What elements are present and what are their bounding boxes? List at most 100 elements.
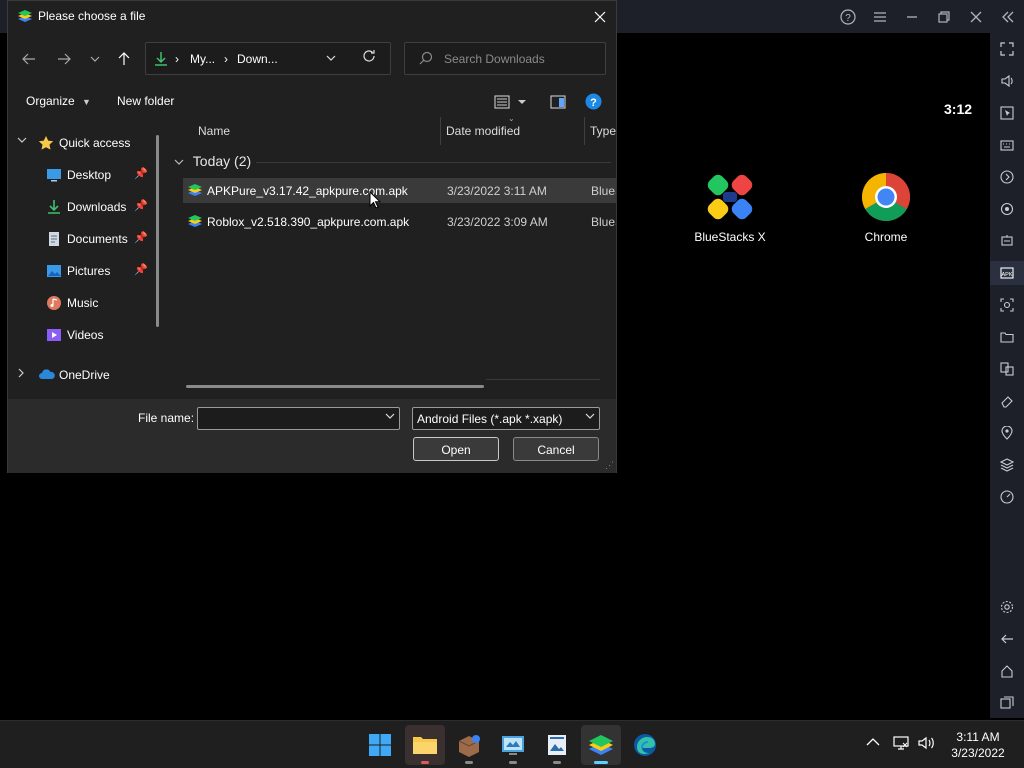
- pointer-icon[interactable]: [990, 101, 1024, 125]
- file-row[interactable]: Roblox_v2.518.390_apkpure.com.apk 3/23/2…: [183, 209, 616, 234]
- show-hidden-icons[interactable]: [866, 735, 880, 750]
- nav-item-documents[interactable]: Documents 📌: [8, 225, 158, 253]
- resize-grip-icon[interactable]: ⋰: [605, 460, 614, 471]
- windows-logo-icon: [369, 734, 391, 756]
- organize-button[interactable]: Organize ▼: [26, 94, 91, 108]
- app-label: BlueStacks X: [694, 230, 766, 244]
- column-divider[interactable]: [440, 117, 441, 145]
- column-header-type[interactable]: Type: [590, 117, 616, 145]
- nav-item-desktop[interactable]: Desktop 📌: [8, 161, 158, 189]
- volume-icon[interactable]: [917, 735, 935, 754]
- chevron-down-icon: [585, 412, 595, 423]
- gamepad-icon[interactable]: [990, 229, 1024, 253]
- nav-label: Pictures: [67, 264, 111, 278]
- view-options-button[interactable]: [494, 95, 528, 114]
- settings-icon[interactable]: [990, 595, 1024, 619]
- photos-icon: [548, 735, 566, 755]
- nav-item-downloads[interactable]: Downloads 📌: [8, 193, 158, 221]
- preview-pane-icon[interactable]: [550, 95, 566, 114]
- nav-item-videos[interactable]: Videos: [8, 321, 158, 349]
- navigation-bar: › My... › Down... Search Downloads: [8, 33, 616, 85]
- file-name-input[interactable]: [197, 407, 400, 430]
- pin-icon: 📌: [134, 168, 148, 180]
- home-icon[interactable]: [990, 659, 1024, 683]
- macro-icon[interactable]: [990, 165, 1024, 189]
- horizontal-scrollbar[interactable]: [186, 385, 484, 388]
- collapse-sidebar-icon[interactable]: [992, 0, 1024, 33]
- help-icon[interactable]: ?: [585, 93, 602, 115]
- column-header-name[interactable]: Name: [198, 117, 230, 145]
- keyboard-icon[interactable]: [990, 133, 1024, 157]
- running-indicator: [509, 761, 517, 764]
- chevron-down-icon[interactable]: [385, 412, 395, 423]
- taskbar-time: 3:11 AM: [956, 730, 1000, 744]
- rotate-icon[interactable]: [990, 197, 1024, 221]
- back-button[interactable]: [17, 47, 41, 71]
- file-type-value: Android Files (*.apk *.xapk): [417, 412, 563, 426]
- breadcrumb-my-pc[interactable]: My...: [190, 52, 215, 66]
- start-button[interactable]: [360, 725, 400, 765]
- eraser-icon[interactable]: [990, 389, 1024, 413]
- up-button[interactable]: [112, 47, 136, 71]
- help-icon[interactable]: ?: [832, 0, 864, 33]
- address-bar[interactable]: › My... › Down...: [145, 42, 391, 75]
- new-folder-button[interactable]: New folder: [117, 94, 174, 108]
- running-indicator: [465, 761, 473, 764]
- taskbar-control-panel[interactable]: [493, 725, 533, 765]
- breadcrumb-downloads[interactable]: Down...: [237, 52, 278, 66]
- nav-label: Downloads: [67, 200, 127, 214]
- layers-icon[interactable]: [990, 453, 1024, 477]
- column-divider[interactable]: [584, 117, 585, 145]
- screenshot-icon[interactable]: [990, 293, 1024, 317]
- taskbar-app-installer[interactable]: [449, 725, 489, 765]
- nav-item-quick-access[interactable]: Quick access: [8, 129, 158, 157]
- refresh-icon[interactable]: [362, 49, 376, 67]
- dialog-close-button[interactable]: [584, 1, 616, 33]
- nav-item-pictures[interactable]: Pictures 📌: [8, 257, 158, 285]
- app-chrome[interactable]: Chrome: [826, 172, 946, 244]
- close-icon[interactable]: [960, 0, 992, 33]
- network-icon[interactable]: [892, 735, 910, 754]
- taskbar-clock[interactable]: 3:11 AM 3/23/2022: [938, 729, 1018, 761]
- folder-icon[interactable]: [990, 325, 1024, 349]
- group-divider: [256, 162, 611, 163]
- eco-mode-icon[interactable]: [990, 485, 1024, 509]
- folder-icon: [413, 737, 437, 754]
- taskbar-bluestacks[interactable]: [581, 725, 621, 765]
- search-box[interactable]: Search Downloads: [404, 42, 606, 75]
- nav-item-music[interactable]: Music: [8, 289, 158, 317]
- open-button[interactable]: Open: [413, 437, 499, 461]
- mouse-cursor-icon: [369, 190, 382, 214]
- fullscreen-icon[interactable]: [990, 37, 1024, 61]
- recent-locations-button[interactable]: [83, 47, 107, 71]
- apk-file-icon: [187, 182, 203, 198]
- minimize-icon[interactable]: [896, 0, 928, 33]
- file-row[interactable]: APKPure_v3.17.42_apkpure.com.apk 3/23/20…: [183, 178, 616, 203]
- taskbar-file-explorer[interactable]: [405, 725, 445, 765]
- app-bluestacks-x[interactable]: BlueStacks X: [670, 172, 790, 244]
- forward-button[interactable]: [52, 47, 76, 71]
- back-icon[interactable]: [990, 627, 1024, 651]
- chevron-down-icon: ▼: [82, 97, 91, 107]
- file-type-select[interactable]: Android Files (*.apk *.xapk): [412, 407, 600, 430]
- address-dropdown-icon[interactable]: [326, 51, 336, 65]
- nav-scrollbar[interactable]: [156, 135, 159, 327]
- recent-apps-icon[interactable]: [990, 691, 1024, 715]
- restore-icon[interactable]: [928, 0, 960, 33]
- cancel-button[interactable]: Cancel: [513, 437, 599, 461]
- group-header-today[interactable]: Today (2): [174, 153, 251, 169]
- search-placeholder: Search Downloads: [444, 52, 545, 66]
- chevron-down-icon[interactable]: [17, 136, 29, 147]
- volume-icon[interactable]: [990, 69, 1024, 93]
- location-icon[interactable]: [990, 421, 1024, 445]
- file-date: 3/23/2022 3:11 AM: [447, 184, 547, 198]
- control-panel-icon: [502, 736, 524, 755]
- taskbar-photos[interactable]: [537, 725, 577, 765]
- chevron-right-icon[interactable]: [17, 368, 29, 381]
- taskbar-edge[interactable]: [625, 725, 665, 765]
- install-apk-icon[interactable]: APK: [990, 261, 1024, 285]
- desktop-icon: [46, 167, 62, 183]
- multi-instance-icon[interactable]: [990, 357, 1024, 381]
- nav-item-onedrive[interactable]: OneDrive: [8, 361, 158, 389]
- menu-icon[interactable]: [864, 0, 896, 33]
